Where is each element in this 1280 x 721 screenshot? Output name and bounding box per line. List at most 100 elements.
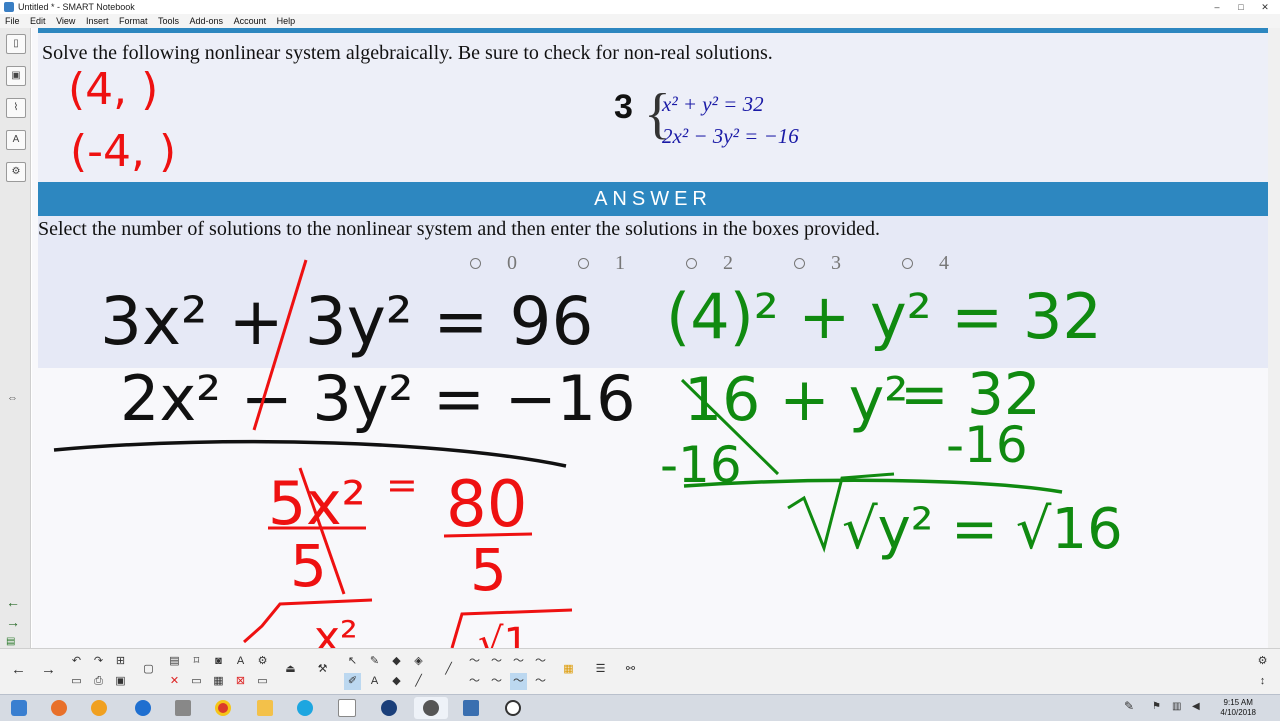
title-bar: Untitled * - SMART Notebook – □ ✕ <box>0 0 1280 14</box>
table-icon[interactable]: ▦ <box>210 673 227 690</box>
document-camera-icon[interactable]: ⏏ <box>282 661 299 678</box>
vertical-scrollbar[interactable] <box>1267 28 1280 648</box>
menu-view[interactable]: View <box>56 16 75 26</box>
next-arrow-icon[interactable]: → <box>6 612 20 632</box>
media-player-icon[interactable] <box>82 697 116 719</box>
side-tabs: ▯ ▣ ⌇ A ⚙ ⇔ ← → ▤ ▤ <box>0 28 31 667</box>
pen-style-2-icon[interactable]: 〜 <box>488 653 505 670</box>
menu-edit[interactable]: Edit <box>30 16 46 26</box>
screen-shade-icon[interactable]: ▢ <box>140 661 157 678</box>
shapes-icon[interactable]: ◆ <box>388 653 405 670</box>
attachments-icon[interactable]: ⌇ <box>6 98 26 118</box>
link-icon[interactable]: ⚯ <box>622 661 639 678</box>
toolbar-settings-icon[interactable]: ⚙ <box>1254 653 1271 670</box>
red-sqrt-right-text: √1 <box>478 620 529 648</box>
record-icon[interactable]: ▭ <box>254 673 271 690</box>
menu-file[interactable]: File <box>5 16 20 26</box>
pen-style-1-icon[interactable]: 〜 <box>466 653 483 670</box>
previous-page-icon[interactable]: ← <box>10 661 27 678</box>
red-divisor-right: 5 <box>470 536 507 604</box>
volume-tray-icon[interactable]: ◀ <box>1192 701 1200 712</box>
pen-tool-icon[interactable]: ╱ <box>440 661 457 678</box>
lines-icon[interactable]: ╱ <box>410 673 427 690</box>
sum-line <box>53 439 567 468</box>
maximize-button[interactable]: □ <box>1230 1 1252 13</box>
fill-icon[interactable]: ◈ <box>410 653 427 670</box>
clock-date: 4/10/2018 <box>1220 708 1256 717</box>
eraser-icon[interactable]: ◆ <box>388 673 405 690</box>
green-sqrt-text: √y² = √16 <box>842 497 1123 562</box>
close-button[interactable]: ✕ <box>1254 1 1276 13</box>
tray-flag-icon[interactable]: ⚑ <box>1152 701 1161 712</box>
toolbar-move-icon[interactable]: ↕ <box>1254 673 1271 690</box>
gallery-icon[interactable]: ▣ <box>6 66 26 86</box>
line-style-icon[interactable]: ☰ <box>592 661 609 678</box>
calculator-icon[interactable] <box>166 697 200 719</box>
smart-board-icon[interactable] <box>372 697 406 719</box>
page-sorter-icon[interactable]: ▯ <box>6 34 26 54</box>
undo-icon[interactable]: ↶ <box>68 653 85 670</box>
smart-notebook-taskbar-icon[interactable] <box>496 697 530 719</box>
properties-icon[interactable]: A <box>6 130 26 150</box>
green-sub-right: -16 <box>946 416 1028 474</box>
response-icon[interactable]: ⚒ <box>314 661 331 678</box>
add-ons-icon[interactable]: ⚙ <box>6 162 26 182</box>
firefox-icon[interactable] <box>42 697 76 719</box>
smart-network-icon[interactable] <box>454 697 488 719</box>
clear-ink-icon[interactable]: ⊠ <box>232 673 249 690</box>
pen-style-5-icon[interactable]: 〜 <box>466 673 483 690</box>
select-icon[interactable]: ↖ <box>344 653 361 670</box>
notebook-page[interactable]: Solve the following nonlinear system alg… <box>32 28 1268 648</box>
smart-toolbar: ← → ↶ ↷ ⊞ ▭ ⎙ ▣ ▢ ▤ ⌑ ◙ A ⚙ ✕ ▭ ▦ ⊠ ▭ ⏏ … <box>0 648 1280 695</box>
settings-icon[interactable]: ⚙ <box>254 653 271 670</box>
edge-icon[interactable] <box>126 697 160 719</box>
menu-format[interactable]: Format <box>119 16 148 26</box>
camera-icon[interactable]: ◙ <box>210 653 227 670</box>
menu-add-ons[interactable]: Add-ons <box>190 16 224 26</box>
smart-tools-icon[interactable] <box>414 697 448 719</box>
menu-bar: File Edit View Insert Format Tools Add-o… <box>0 14 1280 28</box>
color-palette-icon[interactable]: ▦ <box>560 661 577 678</box>
add-page-icon[interactable]: ⊞ <box>112 653 129 670</box>
minimize-button[interactable]: – <box>1206 1 1228 13</box>
menu-help[interactable]: Help <box>277 16 296 26</box>
screen-capture-icon[interactable]: ⌑ <box>188 653 205 670</box>
redo-icon[interactable]: ↷ <box>90 653 107 670</box>
menu-insert[interactable]: Insert <box>86 16 109 26</box>
text-format-icon[interactable]: A <box>232 653 249 670</box>
pen-style-6-icon[interactable]: 〜 <box>488 673 505 690</box>
print-icon[interactable]: ⎙ <box>90 673 107 690</box>
file-explorer-icon[interactable] <box>248 697 282 719</box>
magic-pen-icon[interactable]: ✎ <box>366 653 383 670</box>
notepad-icon[interactable] <box>330 697 364 719</box>
clock-time: 9:15 AM <box>1223 698 1253 707</box>
full-screen-icon[interactable]: ▭ <box>188 673 205 690</box>
clock[interactable]: 9:15 AM 4/10/2018 <box>1220 698 1256 718</box>
paste-icon[interactable]: ▤ <box>166 653 183 670</box>
open-icon[interactable]: ▭ <box>68 673 85 690</box>
delete-icon[interactable]: ✕ <box>166 673 183 690</box>
previous-arrow-icon[interactable]: ← <box>6 592 20 612</box>
red-step-rhs: 80 <box>446 468 527 542</box>
resize-handle-icon[interactable]: ⇔ <box>7 392 18 404</box>
red-divisor-left: 5 <box>290 532 327 600</box>
start-button[interactable] <box>2 697 36 719</box>
chrome-icon[interactable] <box>206 697 240 719</box>
window-title: Untitled * - SMART Notebook <box>18 2 135 12</box>
text-icon[interactable]: A <box>366 673 383 690</box>
next-page-icon[interactable]: → <box>40 661 57 678</box>
pen-style-8-icon[interactable]: 〜 <box>532 673 549 690</box>
skype-icon[interactable] <box>288 697 322 719</box>
network-tray-icon[interactable]: ▥ <box>1172 701 1181 712</box>
green-line-2-lhs: 16 + y² <box>684 365 908 435</box>
green-line-1: (4)² + y² = 32 <box>666 280 1102 353</box>
pen-style-3-icon[interactable]: 〜 <box>510 653 527 670</box>
pen-style-4-icon[interactable]: 〜 <box>532 653 549 670</box>
menu-tools[interactable]: Tools <box>158 16 179 26</box>
red-step-eq: = <box>386 463 418 507</box>
pens-icon[interactable]: ✐ <box>344 673 361 690</box>
pen-style-7-icon[interactable]: 〜 <box>510 673 527 690</box>
ink-tray-icon[interactable]: ✎ <box>1124 699 1134 713</box>
save-icon[interactable]: ▣ <box>112 673 129 690</box>
menu-account[interactable]: Account <box>234 16 267 26</box>
